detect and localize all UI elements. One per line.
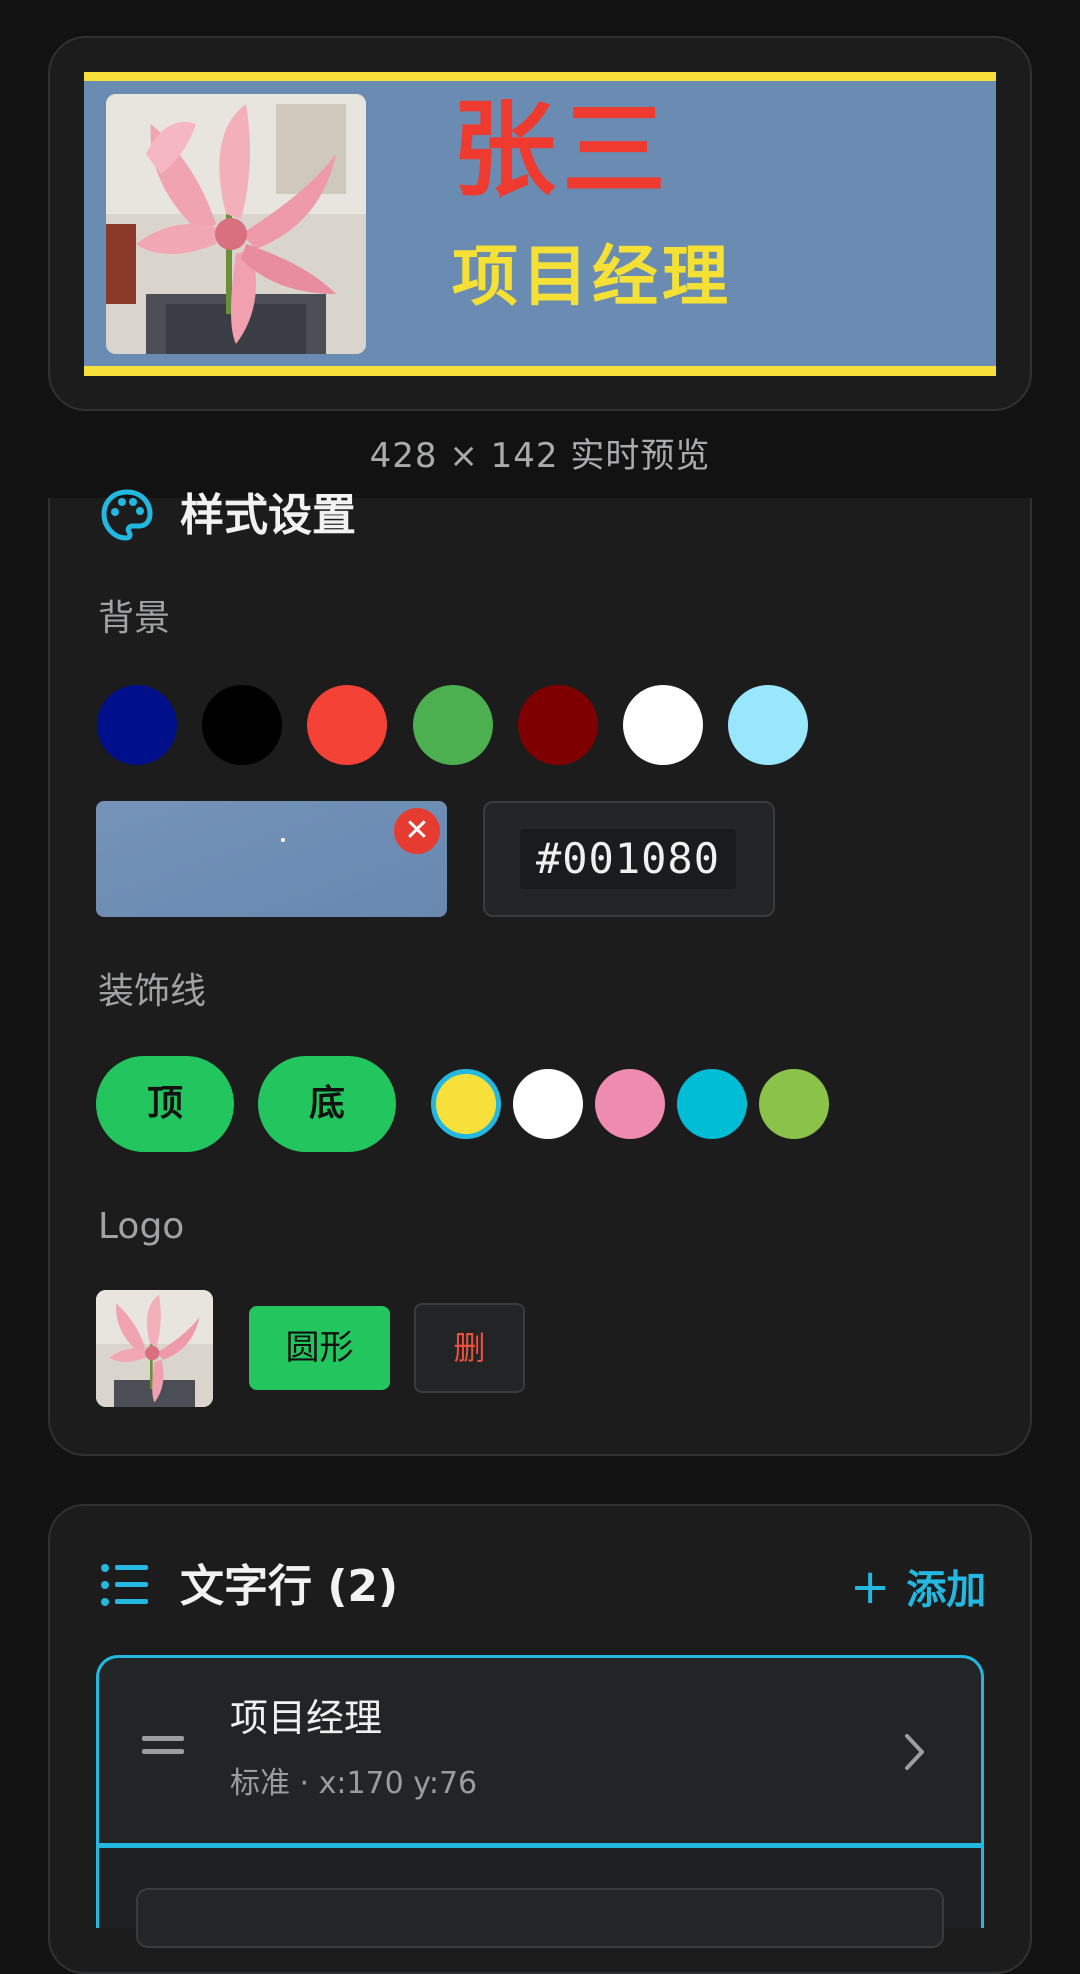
bg-swatch-white[interactable] <box>623 685 703 765</box>
decoration-line-bottom <box>84 366 996 376</box>
logo-circle-shape-button[interactable]: 圆形 <box>249 1306 390 1390</box>
add-row-label: 添加 <box>906 1567 987 1613</box>
deco-swatch-pink[interactable] <box>595 1069 665 1139</box>
background-label: 背景 <box>98 598 171 639</box>
list-icon <box>100 1563 150 1607</box>
close-icon: ✕ <box>404 813 430 848</box>
card-preview[interactable]: 张三 项目经理 <box>84 72 996 376</box>
text-row-item[interactable] <box>96 1655 984 1845</box>
deco-swatch-yellow-selected[interactable] <box>431 1069 501 1139</box>
deco-swatch-white[interactable] <box>513 1069 583 1139</box>
text-row-name: 项目经理 <box>230 1696 383 1740</box>
decoration-label: 装饰线 <box>98 971 207 1012</box>
chevron-right-icon[interactable] <box>902 1732 928 1772</box>
hex-color-value[interactable]: #001080 <box>520 829 736 889</box>
bg-swatch-black[interactable] <box>202 685 282 765</box>
palette-icon <box>100 488 154 542</box>
deco-swatch-cyan[interactable] <box>677 1069 747 1139</box>
logo-delete-button[interactable]: 删 <box>414 1303 525 1393</box>
text-rows-title: 文字行 (2) <box>180 1561 399 1612</box>
deco-swatch-lime[interactable] <box>759 1069 829 1139</box>
thumbnail-dot <box>281 838 285 842</box>
background-image-thumbnail[interactable] <box>96 801 447 917</box>
preview-name-text[interactable]: 张三 <box>452 98 672 202</box>
logo-thumbnail[interactable] <box>96 1290 213 1407</box>
remove-background-image-button[interactable]: ✕ <box>394 808 440 854</box>
row-text-input[interactable] <box>136 1888 944 1948</box>
bg-swatch-maroon[interactable] <box>518 685 598 765</box>
style-settings-title: 样式设置 <box>180 490 356 541</box>
plus-icon: + <box>850 1559 891 1615</box>
drag-handle-icon[interactable] <box>142 1734 184 1756</box>
bg-swatch-green[interactable] <box>413 685 493 765</box>
preview-size-caption: 428 × 142 实时预览 <box>369 436 711 476</box>
decoration-top-toggle[interactable]: 顶 <box>96 1056 234 1152</box>
decoration-bottom-toggle[interactable]: 底 <box>258 1056 396 1152</box>
decoration-line-top <box>84 72 996 81</box>
bg-swatch-light-blue[interactable] <box>728 685 808 765</box>
bg-swatch-red[interactable] <box>307 685 387 765</box>
preview-logo-image <box>106 94 366 354</box>
preview-title-text[interactable]: 项目经理 <box>452 244 732 310</box>
logo-label: Logo <box>98 1206 185 1247</box>
add-row-button[interactable]: + 添加 <box>850 1560 986 1617</box>
text-row-meta: 标准 · x:170 y:76 <box>230 1766 478 1801</box>
bg-swatch-navy[interactable] <box>97 685 177 765</box>
